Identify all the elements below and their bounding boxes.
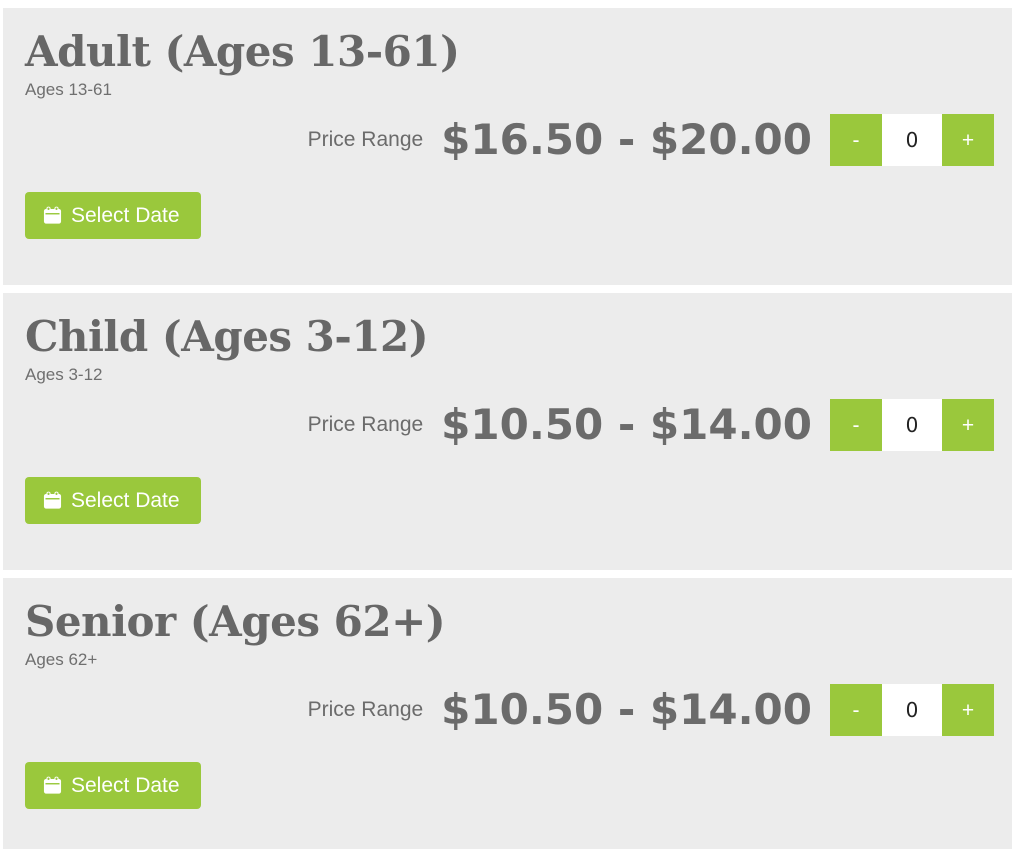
ticket-title: Adult (Ages 13-61) <box>25 27 460 76</box>
ticket-type-list: Adult (Ages 13-61) Ages 13-61 Price Rang… <box>0 0 1024 849</box>
select-date-label: Select Date <box>71 774 180 798</box>
select-date-label: Select Date <box>71 489 180 513</box>
quantity-input[interactable] <box>882 684 942 737</box>
ticket-card-child: Child (Ages 3-12) Ages 3-12 Price Range … <box>3 293 1012 570</box>
price-range-label: Price Range <box>307 413 424 437</box>
calendar-icon <box>43 491 62 510</box>
price-row: Price Range $16.50 - $20.00 - + <box>25 114 998 167</box>
price-range-label: Price Range <box>307 698 424 722</box>
quantity-stepper[interactable]: - + <box>830 114 994 167</box>
ticket-subtitle: Ages 13-61 <box>25 80 112 100</box>
calendar-icon <box>43 206 62 225</box>
calendar-icon <box>43 776 62 795</box>
price-range-value: $10.50 - $14.00 <box>441 685 812 735</box>
price-row: Price Range $10.50 - $14.00 - + <box>25 684 998 737</box>
decrement-button[interactable]: - <box>830 684 882 737</box>
select-date-button[interactable]: Select Date <box>25 477 201 525</box>
quantity-stepper[interactable]: - + <box>830 399 994 452</box>
select-date-button[interactable]: Select Date <box>25 192 201 240</box>
ticket-card-senior: Senior (Ages 62+) Ages 62+ Price Range $… <box>3 578 1012 849</box>
ticket-subtitle: Ages 62+ <box>25 650 98 670</box>
select-date-button[interactable]: Select Date <box>25 762 201 810</box>
ticket-subtitle: Ages 3-12 <box>25 365 103 385</box>
ticket-title: Child (Ages 3-12) <box>25 312 429 361</box>
select-date-label: Select Date <box>71 204 180 228</box>
price-range-value: $16.50 - $20.00 <box>441 115 812 165</box>
decrement-button[interactable]: - <box>830 399 882 452</box>
ticket-card-adult: Adult (Ages 13-61) Ages 13-61 Price Rang… <box>3 8 1012 285</box>
quantity-stepper[interactable]: - + <box>830 684 994 737</box>
quantity-input[interactable] <box>882 114 942 167</box>
increment-button[interactable]: + <box>942 114 994 167</box>
quantity-input[interactable] <box>882 399 942 452</box>
price-row: Price Range $10.50 - $14.00 - + <box>25 399 998 452</box>
increment-button[interactable]: + <box>942 399 994 452</box>
decrement-button[interactable]: - <box>830 114 882 167</box>
increment-button[interactable]: + <box>942 684 994 737</box>
ticket-title: Senior (Ages 62+) <box>25 597 446 646</box>
price-range-value: $10.50 - $14.00 <box>441 400 812 450</box>
price-range-label: Price Range <box>307 128 424 152</box>
